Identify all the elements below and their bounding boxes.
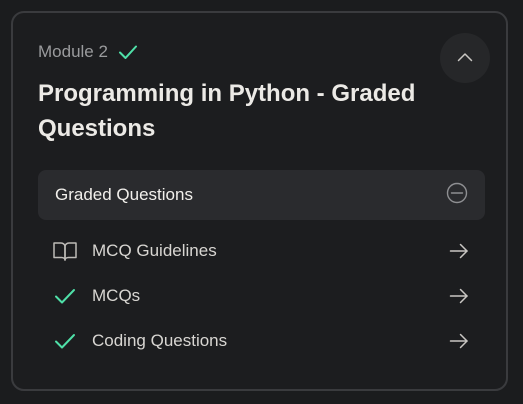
list-item-coding-questions[interactable]: Coding Questions xyxy=(38,318,485,363)
module-label: Module 2 xyxy=(38,42,108,61)
collapse-module-button[interactable] xyxy=(440,33,490,83)
arrow-right-icon[interactable] xyxy=(449,243,469,259)
section-title: Graded Questions xyxy=(55,185,193,204)
item-label: Coding Questions xyxy=(92,330,228,350)
page-title: Programming in Python - Graded Questions xyxy=(38,80,416,142)
check-icon xyxy=(52,328,78,354)
book-icon xyxy=(52,238,78,264)
module-card: Module 2 Programming in Python - Graded … xyxy=(11,11,508,391)
list-item-mcq-guidelines[interactable]: MCQ Guidelines xyxy=(38,228,485,273)
check-icon xyxy=(118,44,138,60)
arrow-right-icon[interactable] xyxy=(449,333,469,349)
list-item-mcqs[interactable]: MCQs xyxy=(38,273,485,318)
module-status: Module 2 xyxy=(38,42,138,62)
section-items: MCQ Guidelines MCQs Coding Questions xyxy=(38,228,485,363)
minus-circle-icon[interactable] xyxy=(446,182,468,209)
item-label: MCQs xyxy=(92,285,141,305)
chevron-up-icon xyxy=(457,49,473,67)
section-graded-questions[interactable]: Graded Questions xyxy=(38,170,485,220)
item-label: MCQ Guidelines xyxy=(92,240,217,260)
check-icon xyxy=(52,283,78,309)
arrow-right-icon[interactable] xyxy=(449,288,469,304)
